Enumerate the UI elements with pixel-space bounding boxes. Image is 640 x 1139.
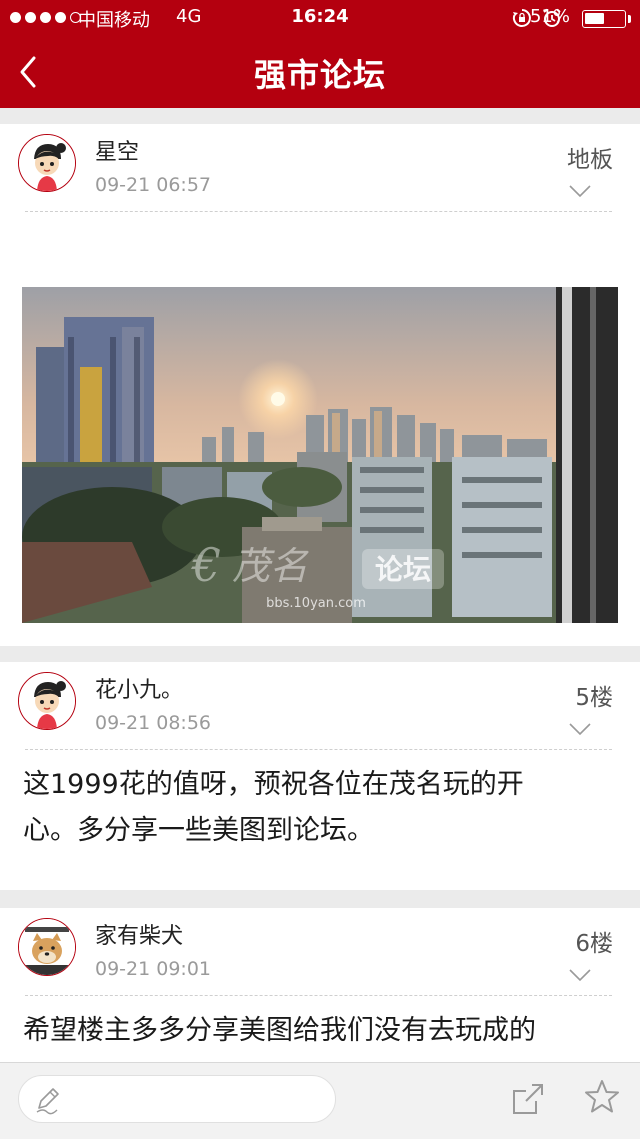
status-bar: 中国移动 4G 16:24 51% xyxy=(0,0,640,36)
girl-avatar-icon xyxy=(19,135,75,191)
pencil-icon xyxy=(36,1088,59,1115)
post-content: 希望楼主多多分享美图给我们没有去玩成的 xyxy=(23,1008,612,1054)
chevron-down-icon[interactable] xyxy=(568,184,592,198)
post-card: 星空 09-21 06:57 地板 € 茂名 论坛 bbs.10yan.com xyxy=(0,124,640,646)
avatar[interactable] xyxy=(18,134,76,192)
post-card: 家有柴犬 09-21 09:01 6楼 希望楼主多多分享美图给我们没有去玩成的 xyxy=(0,908,640,1062)
watermark-brand: 论坛 xyxy=(375,553,431,586)
share-icon xyxy=(513,1084,543,1114)
avatar[interactable] xyxy=(18,918,76,976)
svg-text:€: € xyxy=(190,538,221,592)
reply-input[interactable] xyxy=(18,1075,336,1123)
divider xyxy=(25,211,612,212)
post-floor: 地板 xyxy=(567,147,613,173)
shiba-avatar-icon xyxy=(19,919,75,975)
chevron-down-icon[interactable] xyxy=(568,722,592,736)
star-icon xyxy=(585,1080,619,1113)
post-floor: 5楼 xyxy=(575,685,613,711)
app-header: 中国移动 4G 16:24 51% 强市论坛 xyxy=(0,0,640,108)
city-sunset-photo: € 茂名 论坛 bbs.10yan.com xyxy=(22,287,618,623)
watermark-url: bbs.10yan.com xyxy=(266,596,366,611)
bottom-toolbar xyxy=(0,1062,640,1139)
post-content: 这1999花的值呀，预祝各位在茂名玩的开 心。多分享一些美图到论坛。 xyxy=(23,762,612,854)
content-line: 心。多分享一些美图到论坛。 xyxy=(23,815,374,846)
post-author[interactable]: 家有柴犬 xyxy=(95,918,183,950)
post-floor: 6楼 xyxy=(575,931,613,957)
content-line: 希望楼主多多分享美图给我们没有去玩成的 xyxy=(23,1015,536,1046)
favorite-button[interactable] xyxy=(582,1077,622,1117)
chevron-down-icon[interactable] xyxy=(568,968,592,982)
post-date: 09-21 09:01 xyxy=(95,958,212,980)
girl-avatar-icon xyxy=(19,673,75,729)
post-author[interactable]: 花小九。 xyxy=(95,672,183,704)
content-line: 这1999花的值呀，预祝各位在茂名玩的开 xyxy=(23,769,524,800)
post-author[interactable]: 星空 xyxy=(95,134,139,166)
battery-percent: 51% xyxy=(529,6,570,27)
post-date: 09-21 06:57 xyxy=(95,174,212,196)
post-image[interactable]: € 茂名 论坛 bbs.10yan.com xyxy=(22,287,618,623)
battery-icon xyxy=(582,10,626,28)
post-date: 09-21 08:56 xyxy=(95,712,212,734)
svg-text:茂名: 茂名 xyxy=(232,544,309,588)
battery-level xyxy=(585,13,604,24)
post-card: 花小九。 09-21 08:56 5楼 这1999花的值呀，预祝各位在茂名玩的开… xyxy=(0,662,640,890)
divider xyxy=(25,995,612,996)
share-button[interactable] xyxy=(508,1079,548,1119)
divider xyxy=(25,749,612,750)
page-title: 强市论坛 xyxy=(253,56,386,94)
avatar[interactable] xyxy=(18,672,76,730)
